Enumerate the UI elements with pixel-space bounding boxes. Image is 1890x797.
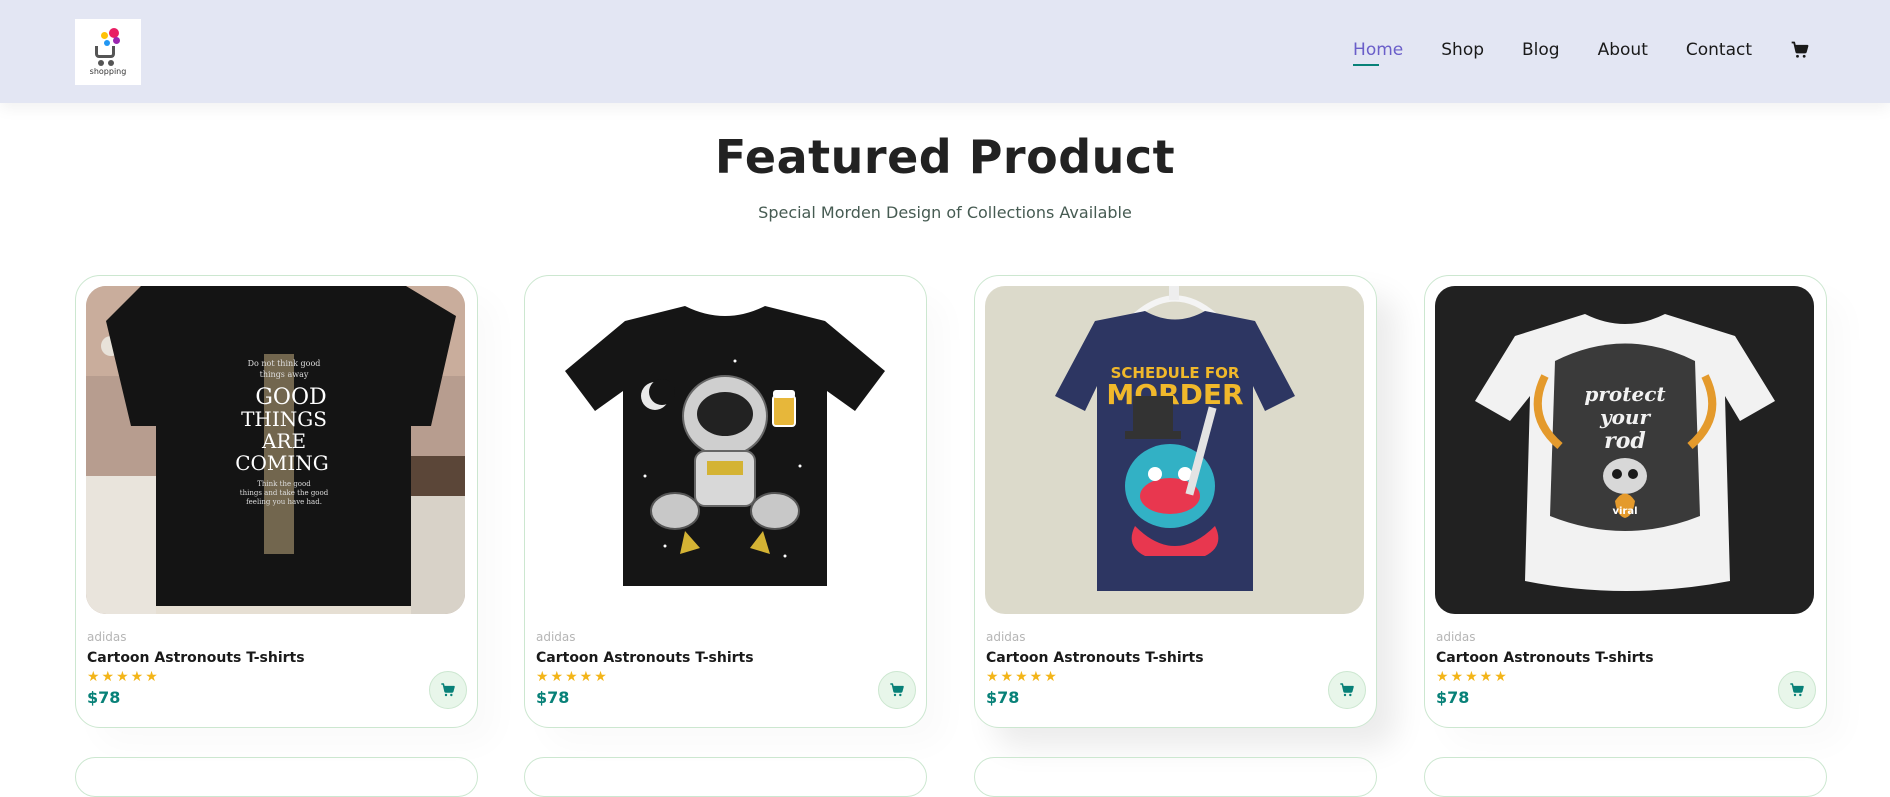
star-rating-icon: ★★★★★ — [536, 669, 609, 685]
product-price: $78 — [87, 688, 121, 707]
tee1-line-2: things away — [260, 370, 309, 379]
section-title: Featured Product — [714, 130, 1176, 184]
site-logo[interactable]: shopping — [75, 19, 141, 85]
product-image[interactable]: SCHEDULE FOR MORDER — [985, 286, 1364, 614]
product-name: Cartoon Astronouts T-shirts — [87, 650, 305, 666]
product-card-partial[interactable] — [974, 757, 1377, 797]
product-card[interactable]: adidas Cartoon Astronouts T-shirts ★★★★★… — [524, 275, 927, 728]
tee1-line-7: Think the good — [257, 480, 311, 488]
product-grid: Do not think good things away GOOD THING… — [75, 275, 1827, 728]
tee4-line-2: your — [1599, 405, 1652, 429]
nav-contact[interactable]: Contact — [1686, 40, 1752, 60]
star-rating-icon: ★★★★★ — [87, 669, 160, 685]
star-rating-icon: ★★★★★ — [1436, 669, 1509, 685]
product-brand: adidas — [1436, 630, 1476, 644]
product-image[interactable]: Do not think good things away GOOD THING… — [86, 286, 465, 614]
product-brand: adidas — [536, 630, 576, 644]
product-brand: adidas — [87, 630, 127, 644]
nav-shop[interactable]: Shop — [1441, 40, 1484, 60]
tee1-line-4: THINGS — [241, 407, 327, 431]
cart-icon — [890, 683, 904, 697]
cart-icon[interactable] — [1790, 40, 1810, 60]
product-name: Cartoon Astronouts T-shirts — [986, 650, 1204, 666]
nav-home[interactable]: Home — [1353, 40, 1403, 66]
product-card[interactable]: SCHEDULE FOR MORDER adidas Cartoon Astro… — [974, 275, 1377, 728]
product-card[interactable]: protect your rod viral adidas Cartoon As… — [1424, 275, 1827, 728]
cart-icon — [1790, 683, 1804, 697]
logo-cart-icon — [91, 28, 125, 66]
tee1-line-9: feeling you have had. — [246, 498, 322, 506]
tee1-line-5: ARE — [261, 429, 306, 453]
nav-about[interactable]: About — [1598, 40, 1648, 60]
tee4-line-3: rod — [1604, 428, 1646, 454]
product-card-partial[interactable] — [1424, 757, 1827, 797]
section-subtitle: Special Morden Design of Collections Ava… — [758, 203, 1132, 222]
nav-blog[interactable]: Blog — [1522, 40, 1560, 60]
logo-text: shopping — [89, 67, 127, 76]
product-brand: adidas — [986, 630, 1026, 644]
add-to-cart-button[interactable] — [429, 671, 467, 709]
product-name: Cartoon Astronouts T-shirts — [1436, 650, 1654, 666]
product-name: Cartoon Astronouts T-shirts — [536, 650, 754, 666]
product-card-partial[interactable] — [524, 757, 927, 797]
tee4-line-4: viral — [1612, 506, 1637, 517]
product-price: $78 — [1436, 688, 1470, 707]
tee1-line-8: things and take the good — [240, 489, 329, 497]
product-price: $78 — [986, 688, 1020, 707]
cart-icon — [1340, 683, 1354, 697]
star-rating-icon: ★★★★★ — [986, 669, 1059, 685]
tee4-line-1: protect — [1584, 382, 1666, 406]
main-nav: Home Shop Blog About Contact — [1315, 0, 1810, 100]
product-image[interactable]: protect your rod viral — [1435, 286, 1814, 614]
add-to-cart-button[interactable] — [878, 671, 916, 709]
site-header: shopping Home Shop Blog About Contact — [0, 0, 1890, 103]
product-price: $78 — [536, 688, 570, 707]
product-card-partial[interactable] — [75, 757, 478, 797]
tee1-line-6: COMING — [235, 451, 329, 475]
product-card[interactable]: Do not think good things away GOOD THING… — [75, 275, 478, 728]
add-to-cart-button[interactable] — [1778, 671, 1816, 709]
add-to-cart-button[interactable] — [1328, 671, 1366, 709]
tee3-line-2: MORDER — [1106, 378, 1243, 411]
cart-icon — [441, 683, 455, 697]
tee1-line-1: Do not think good — [248, 359, 321, 368]
product-image[interactable] — [535, 286, 914, 614]
